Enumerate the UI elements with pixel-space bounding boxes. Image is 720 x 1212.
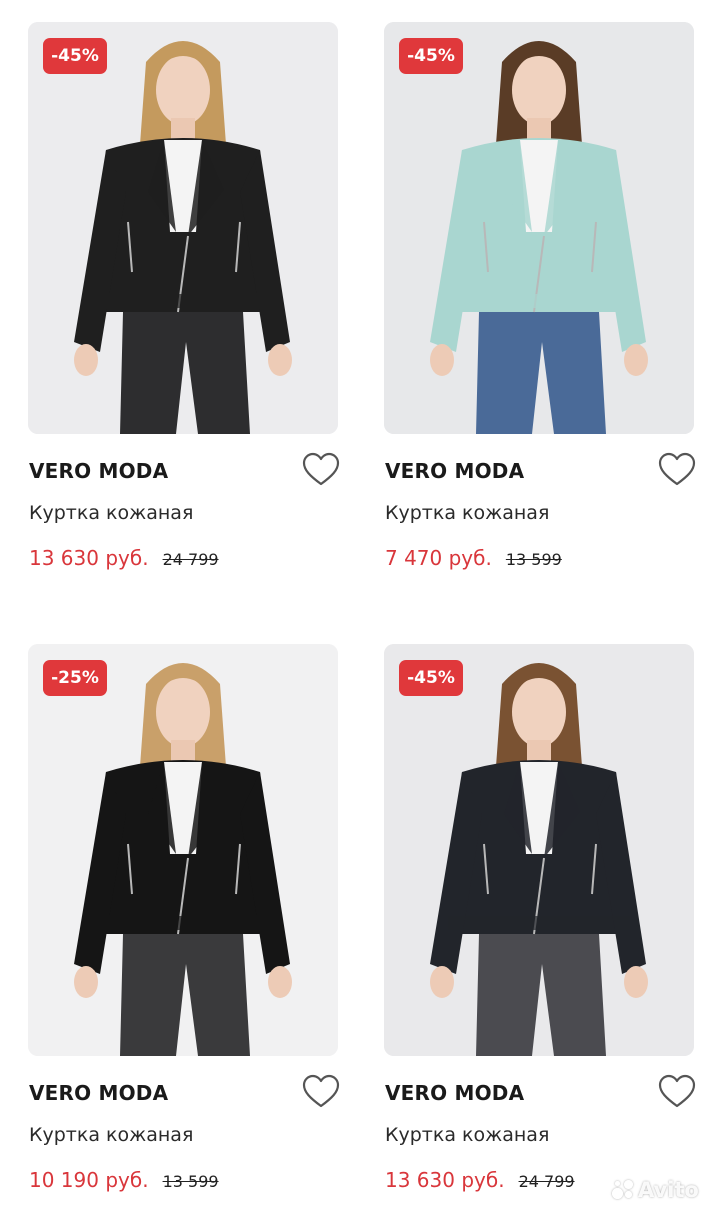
- brand-name: VERO MODA: [29, 1081, 169, 1105]
- old-price: 24 799: [162, 550, 219, 569]
- product-photo[interactable]: -25%: [28, 644, 338, 1056]
- discount-badge: -25%: [43, 660, 107, 696]
- old-price: 13 599: [162, 1172, 219, 1191]
- heart-outline-icon: [302, 452, 340, 486]
- product-photo[interactable]: -45%: [384, 22, 694, 434]
- product-photo[interactable]: -45%: [28, 22, 338, 434]
- product-card[interactable]: -25% VERO MODA Куртка кожаная 10 190 руб. 13…: [28, 644, 340, 1192]
- current-price: 13 630 руб.: [385, 1168, 505, 1192]
- avito-watermark: Avito: [612, 1178, 712, 1206]
- heart-outline-icon: [658, 452, 696, 486]
- product-title[interactable]: Куртка кожаная: [385, 502, 549, 524]
- product-title[interactable]: Куртка кожаная: [29, 1124, 193, 1146]
- product-card[interactable]: -45% VERO MODA Куртка кожаная 7 470 руб. 13 …: [384, 22, 696, 570]
- product-grid: -45% VERO MODA Куртка кожаная 13 630 руб. 24…: [0, 0, 720, 1212]
- product-card[interactable]: -45% VERO MODA Куртка кожаная 13 630 руб. 24…: [28, 22, 340, 570]
- product-card[interactable]: -45% VERO MODA Куртка кожаная 13 630 руб. 24…: [384, 644, 696, 1192]
- avito-logo-icon: [612, 1179, 636, 1199]
- favorite-button[interactable]: [658, 452, 696, 488]
- price-row: 10 190 руб. 13 599: [29, 1168, 219, 1192]
- favorite-button[interactable]: [658, 1074, 696, 1110]
- discount-badge: -45%: [399, 38, 463, 74]
- heart-outline-icon: [658, 1074, 696, 1108]
- model-figure: [384, 644, 694, 1056]
- current-price: 10 190 руб.: [29, 1168, 149, 1192]
- current-price: 7 470 руб.: [385, 546, 492, 570]
- model-figure: [384, 22, 694, 434]
- brand-name: VERO MODA: [385, 1081, 525, 1105]
- price-row: 13 630 руб. 24 799: [29, 546, 219, 570]
- discount-badge: -45%: [399, 660, 463, 696]
- heart-outline-icon: [302, 1074, 340, 1108]
- brand-name: VERO MODA: [29, 459, 169, 483]
- price-row: 7 470 руб. 13 599: [385, 546, 562, 570]
- product-title[interactable]: Куртка кожаная: [385, 1124, 549, 1146]
- product-title[interactable]: Куртка кожаная: [29, 502, 193, 524]
- favorite-button[interactable]: [302, 452, 340, 488]
- model-figure: [28, 22, 338, 434]
- old-price: 24 799: [518, 1172, 575, 1191]
- model-figure: [28, 644, 338, 1056]
- brand-name: VERO MODA: [385, 459, 525, 483]
- price-row: 13 630 руб. 24 799: [385, 1168, 575, 1192]
- discount-badge: -45%: [43, 38, 107, 74]
- product-photo[interactable]: -45%: [384, 644, 694, 1056]
- current-price: 13 630 руб.: [29, 546, 149, 570]
- old-price: 13 599: [505, 550, 562, 569]
- favorite-button[interactable]: [302, 1074, 340, 1110]
